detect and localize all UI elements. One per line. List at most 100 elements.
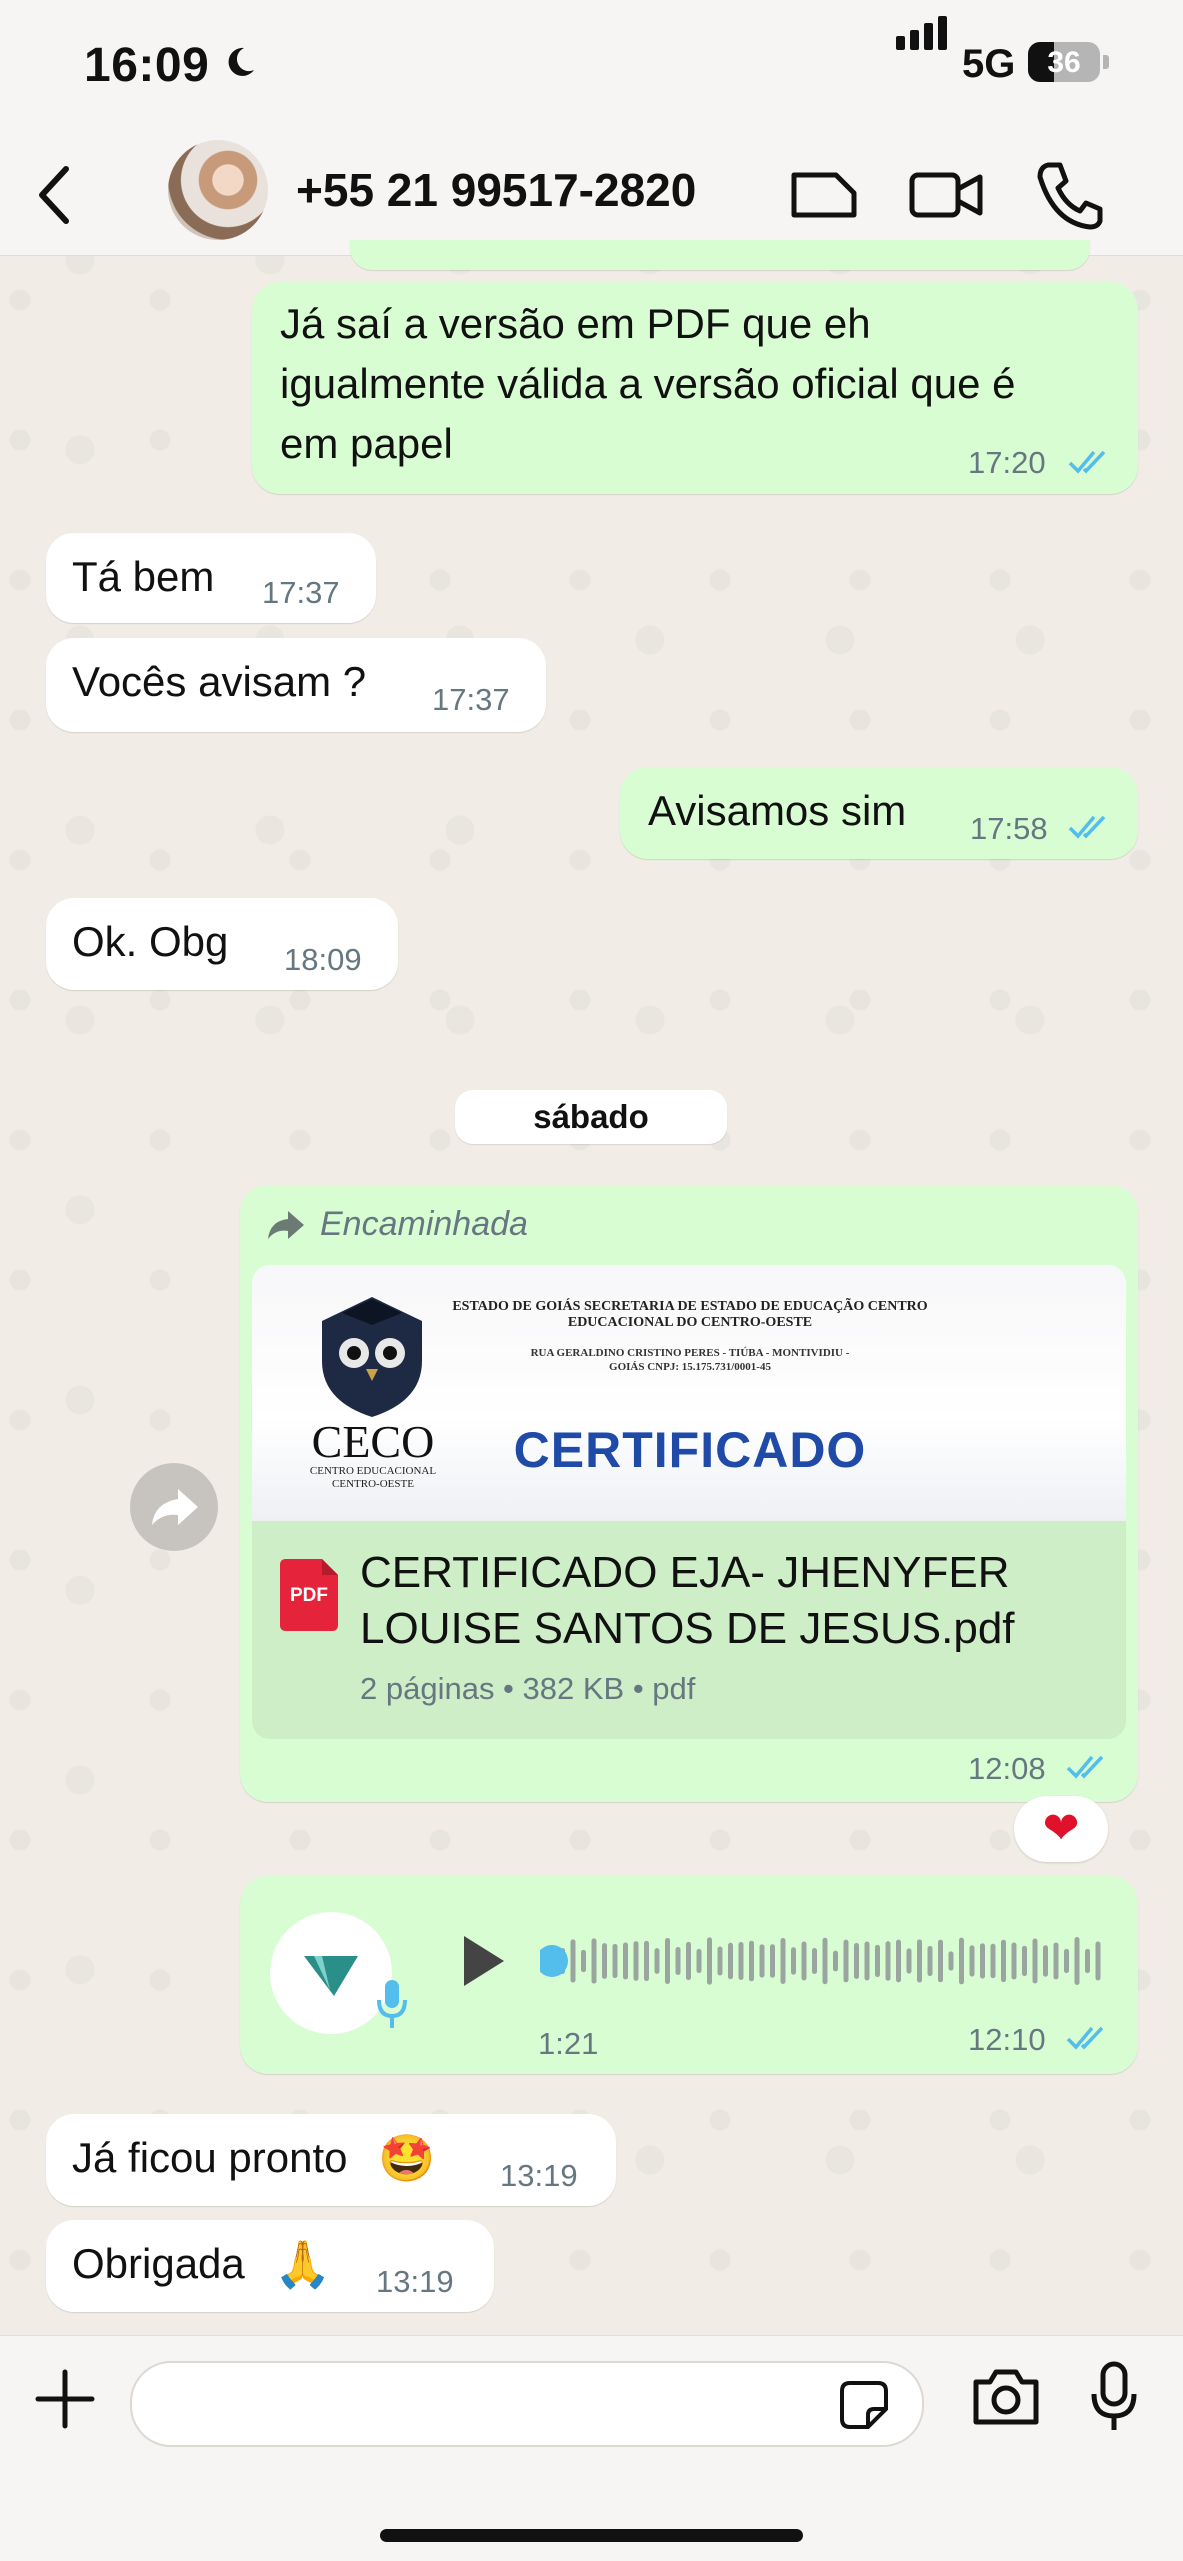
message-text: Já ficou pronto xyxy=(72,2134,348,2181)
compose-bar xyxy=(0,2335,1183,2561)
waveform-bar xyxy=(990,1943,996,1979)
forward-button[interactable] xyxy=(130,1463,218,1551)
waveform-bar xyxy=(875,1944,880,1978)
video-call-icon[interactable] xyxy=(906,155,986,235)
document-message[interactable]: Encaminhada CECO CENTRO EDUCACIONAL CENT… xyxy=(240,1185,1138,1802)
message-text: Vocês avisam ? xyxy=(72,658,367,705)
message-time: 18:09 xyxy=(284,942,362,977)
sticker-icon[interactable] xyxy=(836,2377,892,2433)
waveform-bar xyxy=(906,1948,912,1974)
play-icon[interactable] xyxy=(450,1928,512,1994)
waveform-bar xyxy=(738,1942,744,1980)
date-separator: sábado xyxy=(455,1090,727,1144)
message-time: 13:19 xyxy=(376,2264,454,2299)
waveform-bar xyxy=(1074,1937,1080,1985)
message-text: Avisamos sim xyxy=(648,787,907,834)
heart-reaction[interactable]: ❤ xyxy=(1014,1796,1108,1862)
message-bubble-in[interactable]: Já ficou pronto 🤩 13:19 xyxy=(46,2114,616,2206)
voice-message[interactable]: 1:21 12:10 xyxy=(240,1876,1138,2074)
waveform-bar xyxy=(896,1939,901,1983)
message-bubble-in[interactable]: Ok. Obg 18:09 xyxy=(46,898,398,990)
waveform-bar xyxy=(602,1943,607,1979)
waveform-bar xyxy=(1053,1942,1059,1980)
back-icon[interactable] xyxy=(28,155,88,235)
contact-name[interactable]: +55 21 99517-2820 xyxy=(296,163,696,217)
message-time: 17:37 xyxy=(262,575,340,610)
previous-message-edge xyxy=(350,240,1090,270)
waveform-bar xyxy=(864,1941,870,1981)
waveform-bar xyxy=(1011,1942,1017,1980)
waveform-bar xyxy=(1001,1939,1006,1983)
file-name-line: LOUISE SANTOS DE JESUS.pdf xyxy=(360,1604,1015,1653)
pdf-icon-label: PDF xyxy=(290,1585,328,1606)
message-bubble-in[interactable]: Obrigada 🙏 13:19 xyxy=(46,2220,494,2312)
waveform-bar xyxy=(707,1937,712,1985)
message-text-line: igualmente válida a versão oficial que é xyxy=(280,360,1016,407)
certificado-title: CERTIFICADO xyxy=(513,1422,867,1478)
waveform-bar xyxy=(675,1947,681,1975)
waveform-bar xyxy=(717,1946,723,1976)
mic-icon[interactable] xyxy=(1086,2358,1142,2438)
praying-hands-emoji: 🙏 xyxy=(274,2238,332,2290)
file-name-line: CERTIFICADO EJA- JHENYFER xyxy=(360,1548,1010,1597)
forward-icon xyxy=(152,1489,198,1525)
message-bubble-in[interactable]: Tá bem 17:37 xyxy=(46,533,376,623)
waveform-bar xyxy=(570,1939,576,1983)
waveform-bar xyxy=(780,1938,786,1984)
phone-icon[interactable] xyxy=(1028,155,1108,235)
preview-address: GOIÁS CNPJ: 15.175.731/0001-45 xyxy=(609,1361,771,1373)
read-ticks-icon xyxy=(1066,1755,1104,1779)
waveform-bar xyxy=(581,1949,586,1973)
file-info[interactable]: PDF CERTIFICADO EJA- JHENYFER LOUISE SAN… xyxy=(252,1521,1126,1739)
status-bar: 16:09 5G 36 xyxy=(0,0,1183,135)
waveform-bar xyxy=(833,1950,838,1972)
read-ticks-icon xyxy=(1068,815,1106,839)
avatar[interactable] xyxy=(168,140,268,240)
waveform-bar xyxy=(959,1937,964,1985)
waveform-bar xyxy=(969,1945,975,1977)
camera-icon[interactable] xyxy=(970,2362,1042,2432)
waveform-bar xyxy=(591,1938,597,1984)
battery-icon: 36 xyxy=(1028,42,1100,82)
mic-icon xyxy=(377,1980,407,2028)
waveform-bar xyxy=(633,1941,639,1981)
waveform-bar xyxy=(644,1940,649,1982)
waveform-bar xyxy=(749,1940,754,1982)
message-time: 13:19 xyxy=(500,2158,578,2193)
waveform-bar xyxy=(801,1941,807,1981)
waveform-bar xyxy=(1085,1948,1090,1974)
waveform-bar xyxy=(728,1942,733,1980)
message-text: Tá bem xyxy=(72,553,215,600)
waveform-bar xyxy=(843,1939,849,1983)
voice-duration: 1:21 xyxy=(538,2026,599,2061)
waveform-bar xyxy=(948,1951,954,1971)
message-input[interactable] xyxy=(130,2361,924,2447)
file-meta: 2 páginas • 382 KB • pdf xyxy=(360,1671,696,1706)
waveform-bar xyxy=(1043,1945,1048,1977)
waveform-bar xyxy=(759,1944,765,1978)
message-text: Ok. Obg xyxy=(72,918,229,965)
document-preview[interactable]: CECO CENTRO EDUCACIONAL CENTRO-OESTE EST… xyxy=(252,1265,1126,1521)
waveform-bar xyxy=(917,1939,922,1983)
message-time: 17:58 xyxy=(970,811,1048,846)
voice-waveform[interactable] xyxy=(540,1916,1120,2006)
sticker-icon[interactable] xyxy=(784,155,864,235)
message-bubble-out[interactable]: Já saí a versão em PDF que eh igualmente… xyxy=(252,282,1138,494)
chat-header: +55 21 99517-2820 xyxy=(0,135,1183,256)
home-indicator xyxy=(380,2529,803,2542)
waveform-bar xyxy=(1064,1948,1069,1974)
message-time: 17:37 xyxy=(432,682,510,717)
waveform-bar xyxy=(770,1944,775,1978)
waveform-bar xyxy=(885,1941,891,1981)
waveform-bar xyxy=(1022,1945,1027,1977)
waveform-bar xyxy=(791,1947,796,1975)
message-bubble-out[interactable]: Avisamos sim 17:58 xyxy=(620,767,1138,859)
waveform-bar xyxy=(980,1943,985,1979)
plus-icon[interactable] xyxy=(32,2366,98,2432)
message-bubble-in[interactable]: Vocês avisam ? 17:37 xyxy=(46,638,546,732)
logo-subtitle: CENTRO EDUCACIONAL xyxy=(309,1465,437,1477)
preview-header: ESTADO DE GOIÁS SECRETARIA DE ESTADO DE … xyxy=(452,1299,928,1314)
waveform-bar xyxy=(927,1945,933,1977)
star-struck-emoji: 🤩 xyxy=(378,2132,436,2184)
waveform-bar xyxy=(686,1941,691,1981)
